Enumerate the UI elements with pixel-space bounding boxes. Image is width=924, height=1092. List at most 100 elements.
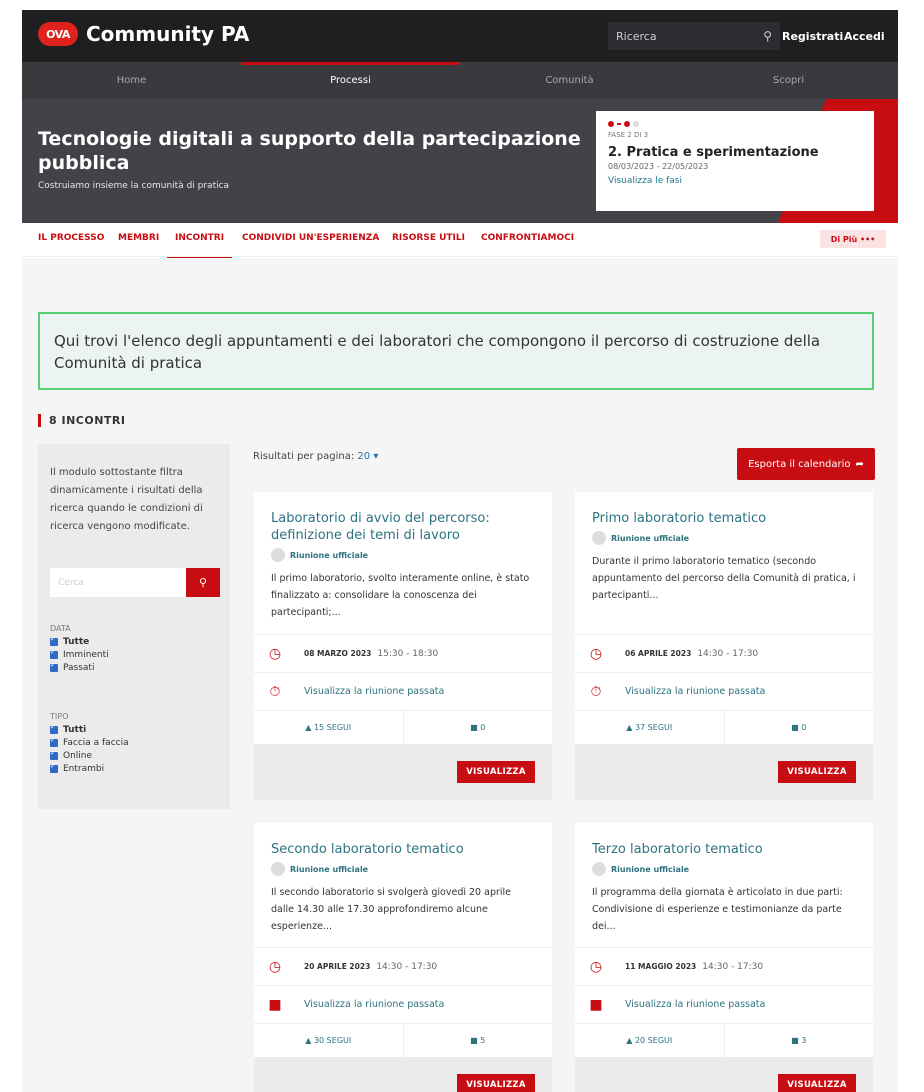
follow-button[interactable]: ▲ 37 SEGUI bbox=[575, 711, 725, 744]
nav-item-comunita[interactable]: Comunità bbox=[460, 62, 679, 99]
meeting-type-label: Riunione ufficiale bbox=[290, 864, 369, 874]
filter-heading-tipo: TIPO bbox=[50, 712, 69, 721]
view-past-meeting-link[interactable]: Visualizza la riunione passata bbox=[625, 999, 765, 1010]
checkbox-checked-icon[interactable] bbox=[50, 661, 58, 672]
comments-count[interactable]: ■ 0 bbox=[404, 711, 553, 744]
filter-option-tutti[interactable]: Tutti bbox=[50, 723, 129, 736]
tab-membri[interactable]: MEMBRI bbox=[118, 233, 159, 243]
avatar bbox=[271, 862, 285, 876]
comments-count[interactable]: ■ 5 bbox=[404, 1024, 553, 1057]
view-meeting-button[interactable]: VISUALIZZA bbox=[457, 1074, 535, 1092]
per-page-control[interactable]: Risultati per pagina: 20 ▾ bbox=[253, 451, 378, 462]
card-body: Terzo laboratorio tematico Riunione uffi… bbox=[575, 823, 873, 947]
meeting-title[interactable]: Primo laboratorio tematico bbox=[592, 510, 856, 527]
nav-item-home[interactable]: Home bbox=[22, 62, 241, 99]
register-link[interactable]: Registrati bbox=[782, 30, 843, 43]
login-link[interactable]: Accedi bbox=[844, 30, 885, 43]
tab-incontri[interactable]: INCONTRI bbox=[166, 233, 233, 259]
search-icon: ⚲ bbox=[198, 577, 208, 589]
view-meeting-button[interactable]: VISUALIZZA bbox=[778, 761, 856, 783]
follow-button[interactable]: ▲ 20 SEGUI bbox=[575, 1024, 725, 1057]
nav-item-scopri[interactable]: Scopri bbox=[679, 62, 898, 99]
phase-progress-dots bbox=[608, 121, 862, 127]
meeting-title[interactable]: Terzo laboratorio tematico bbox=[592, 841, 856, 858]
process-subtitle: Costruiamo insieme la comunità di pratic… bbox=[38, 181, 230, 191]
card-footer: VISUALIZZA bbox=[254, 1057, 552, 1092]
clock-icon: ◷ bbox=[268, 645, 282, 662]
tab-confrontiamoci[interactable]: CONFRONTIAMOCI bbox=[481, 233, 574, 243]
follow-button[interactable]: ▲ 30 SEGUI bbox=[254, 1024, 404, 1057]
filter-option-tutte[interactable]: Tutte bbox=[50, 635, 109, 648]
comments-count[interactable]: ■ 0 bbox=[725, 711, 874, 744]
follow-button[interactable]: ▲ 15 SEGUI bbox=[254, 711, 404, 744]
filter-option-entrambi[interactable]: Entrambi bbox=[50, 762, 129, 775]
search-icon[interactable]: ⚲ bbox=[763, 29, 772, 43]
process-hero: Tecnologie digitali a supporto della par… bbox=[22, 99, 898, 223]
view-meeting-button[interactable]: VISUALIZZA bbox=[778, 1074, 856, 1092]
filter-search-button[interactable]: ⚲ bbox=[186, 568, 220, 597]
phase-name: 2. Pratica e sperimentazione bbox=[608, 145, 819, 160]
meeting-past-row: ⏱ Visualizza la riunione passata bbox=[575, 672, 873, 710]
caret-down-icon[interactable]: ▾ bbox=[373, 451, 378, 462]
meeting-card: Terzo laboratorio tematico Riunione uffi… bbox=[575, 823, 873, 1092]
meeting-time: 14:30 - 17:30 bbox=[376, 961, 438, 972]
tab-condividi-esperienza[interactable]: CONDIVIDI UN'ESPERIENZA bbox=[242, 233, 379, 243]
meeting-type-label: Riunione ufficiale bbox=[611, 864, 690, 874]
card-footer: VISUALIZZA bbox=[575, 744, 873, 800]
meeting-description: Il programma della giornata è articolato… bbox=[592, 887, 843, 932]
nav-item-processi[interactable]: Processi bbox=[241, 62, 460, 99]
filter-search: ⚲ bbox=[50, 568, 220, 597]
tab-il-processo[interactable]: IL PROCESSO bbox=[38, 233, 104, 243]
meeting-type-label: Riunione ufficiale bbox=[611, 533, 690, 543]
avatar bbox=[271, 548, 285, 562]
view-past-meeting-link[interactable]: Visualizza la riunione passata bbox=[625, 686, 765, 697]
checkbox-checked-icon[interactable] bbox=[50, 762, 58, 773]
view-past-meeting-link[interactable]: Visualizza la riunione passata bbox=[304, 999, 444, 1010]
avatar bbox=[592, 531, 606, 545]
filter-option-label: Entrambi bbox=[63, 763, 105, 774]
logo-text: Community PA bbox=[86, 22, 250, 46]
meetings-count-title: 8 INCONTRI bbox=[38, 414, 125, 427]
meeting-past-row: ⏱ Visualizza la riunione passata bbox=[254, 672, 552, 710]
checkbox-checked-icon[interactable] bbox=[50, 749, 58, 760]
filter-option-imminenti[interactable]: Imminenti bbox=[50, 648, 109, 661]
card-body: Laboratorio di avvio del percorso: defin… bbox=[254, 492, 552, 634]
view-meeting-button[interactable]: VISUALIZZA bbox=[457, 761, 535, 783]
meeting-description: Durante il primo laboratorio tematico (s… bbox=[592, 556, 856, 601]
header-search-input[interactable] bbox=[616, 29, 746, 43]
tab-risorse-utili[interactable]: RISORSE UTILI bbox=[392, 233, 465, 243]
view-phases-link[interactable]: Visualizza le fasi bbox=[608, 176, 862, 186]
filter-option-passati[interactable]: Passati bbox=[50, 661, 109, 674]
checkbox-checked-icon[interactable] bbox=[50, 648, 58, 659]
export-calendar-button[interactable]: Esporta il calendario ➦ bbox=[737, 448, 875, 480]
stopwatch-icon: ⏱ bbox=[590, 683, 602, 700]
clock-icon: ◷ bbox=[589, 958, 603, 975]
logo[interactable]: OVA Community PA bbox=[38, 22, 249, 46]
meeting-title[interactable]: Laboratorio di avvio del percorso: defin… bbox=[271, 510, 535, 544]
intro-callout: Qui trovi l'elenco degli appuntamenti e … bbox=[38, 312, 874, 390]
meeting-type-badge: Riunione ufficiale bbox=[592, 862, 856, 876]
meeting-time: 14:30 - 17:30 bbox=[702, 961, 764, 972]
filter-search-input[interactable] bbox=[50, 568, 186, 597]
meeting-card: Secondo laboratorio tematico Riunione uf… bbox=[254, 823, 552, 1092]
per-page-value[interactable]: 20 bbox=[357, 451, 370, 462]
comments-count[interactable]: ■ 3 bbox=[725, 1024, 874, 1057]
filter-sidebar: Il modulo sottostante filtra dinamicamen… bbox=[38, 444, 230, 809]
meeting-past-row: ■ Visualizza la riunione passata bbox=[254, 985, 552, 1023]
phase-dot bbox=[608, 121, 614, 127]
clock-icon: ◷ bbox=[589, 645, 603, 662]
meeting-type-badge: Riunione ufficiale bbox=[271, 548, 535, 562]
filter-option-online[interactable]: Online bbox=[50, 749, 129, 762]
checkbox-checked-icon[interactable] bbox=[50, 736, 58, 747]
process-title: Tecnologie digitali a supporto della par… bbox=[38, 128, 581, 174]
filter-option-faccia-a-faccia[interactable]: Faccia a faccia bbox=[50, 736, 129, 749]
checkbox-checked-icon[interactable] bbox=[50, 723, 58, 734]
checkbox-checked-icon[interactable] bbox=[50, 635, 58, 646]
filter-option-label: Online bbox=[63, 750, 93, 761]
meeting-title[interactable]: Secondo laboratorio tematico bbox=[271, 841, 535, 858]
more-tabs-button[interactable]: Di Più ••• bbox=[820, 230, 886, 248]
view-past-meeting-link[interactable]: Visualizza la riunione passata bbox=[304, 686, 444, 697]
meeting-date: 20 APRILE 2023 bbox=[304, 962, 371, 971]
phase-dot bbox=[624, 121, 630, 127]
header-search: ⚲ bbox=[608, 22, 780, 50]
